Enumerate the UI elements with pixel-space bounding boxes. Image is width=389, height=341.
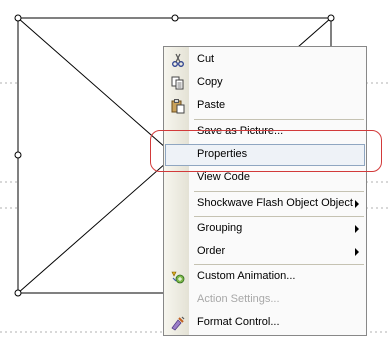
submenu-arrow-icon [355, 225, 359, 233]
handle-top-right [327, 14, 335, 22]
menu-item-label: Grouping [197, 222, 243, 234]
menu-item-copy[interactable]: Copy [165, 72, 365, 94]
menu-item-label: Action Settings... [197, 293, 280, 305]
menu-separator [194, 216, 364, 217]
custom-animation-icon [171, 271, 185, 284]
menu-item-label: Custom Animation... [197, 270, 296, 282]
menu-item-label: Format Control... [197, 316, 280, 328]
menu-item-order[interactable]: Order [165, 241, 365, 263]
menu-item-label: Cut [197, 53, 215, 65]
handle-bottom-left [14, 289, 22, 297]
menu-item-format-control[interactable]: Format Control... [165, 312, 365, 334]
menu-separator [194, 264, 364, 265]
menu-item-label: Paste [197, 99, 226, 111]
menu-item-label: Copy [197, 76, 223, 88]
submenu-arrow-icon [355, 248, 359, 256]
handle-top-left [14, 14, 22, 22]
menu-item-label: View Code [197, 171, 250, 183]
menu-item-grouping[interactable]: Grouping [165, 218, 365, 240]
menu-item-action-settings[interactable]: Action Settings... [165, 289, 365, 311]
menu-item-custom-animation[interactable]: Custom Animation... [165, 266, 365, 288]
context-menu: Cut Copy Paste Save as Picture... Proper… [163, 46, 367, 336]
menu-item-label: Shockwave Flash Object Object [197, 197, 353, 209]
menu-item-label: Order [197, 245, 226, 257]
menu-separator [194, 119, 364, 120]
format-control-icon [171, 316, 185, 331]
handle-middle-left [14, 151, 22, 159]
menu-item-paste[interactable]: Paste [165, 95, 365, 117]
menu-item-cut[interactable]: Cut [165, 49, 365, 71]
menu-separator [194, 191, 364, 192]
copy-icon [171, 76, 184, 90]
paste-icon [171, 99, 185, 114]
menu-item-shockwave-flash-object[interactable]: Shockwave Flash Object Object [165, 193, 365, 215]
scissors-icon [172, 53, 184, 67]
highlight-ring [150, 130, 382, 172]
handle-top-middle [171, 14, 179, 22]
submenu-arrow-icon [355, 200, 359, 208]
